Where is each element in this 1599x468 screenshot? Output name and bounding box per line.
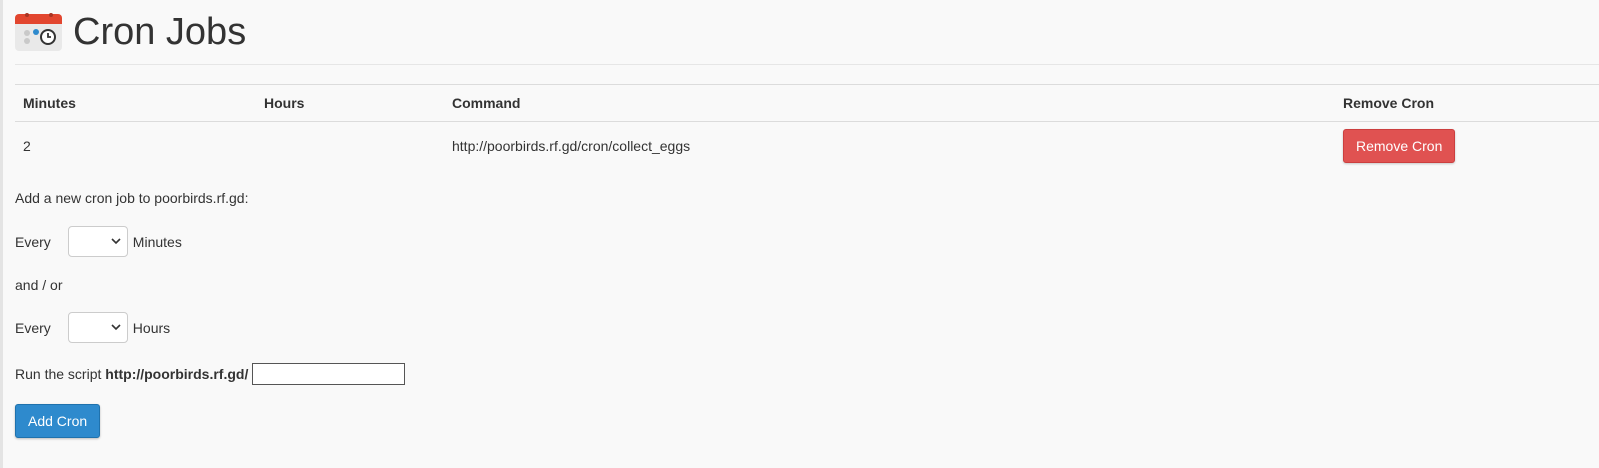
page: Cron Jobs Minutes Hours Command Remove C… xyxy=(15,0,1599,438)
column-header-hours: Hours xyxy=(256,84,444,122)
add-cron-button[interactable]: Add Cron xyxy=(15,404,101,438)
page-header: Cron Jobs xyxy=(15,0,1599,65)
hours-unit-label: Hours xyxy=(132,319,171,336)
script-base-url: http://poorbirds.rf.gd/ xyxy=(105,366,249,382)
run-script-label: Run the script xyxy=(15,366,102,382)
cell-remove: Remove Cron xyxy=(1335,122,1599,171)
table-header-row: Minutes Hours Command Remove Cron xyxy=(15,84,1599,122)
chevron-down-icon xyxy=(111,324,121,331)
hours-row: Every Hours xyxy=(15,312,170,343)
cron-jobs-table: Minutes Hours Command Remove Cron 2 http… xyxy=(15,84,1599,170)
chevron-down-icon xyxy=(111,238,121,245)
script-path-input[interactable] xyxy=(252,363,406,385)
cell-command: http://poorbirds.rf.gd/cron/collect_eggs xyxy=(452,138,691,154)
cell-hours xyxy=(256,122,444,171)
hours-select[interactable] xyxy=(67,312,128,343)
form-intro-line: Add a new cron job to poorbirds.rf.gd: xyxy=(15,190,248,206)
and-or-text: and / or xyxy=(15,277,63,293)
column-header-remove-cron: Remove Cron xyxy=(1335,84,1599,122)
column-header-command: Command xyxy=(444,84,1335,122)
column-header-minutes: Minutes xyxy=(15,84,256,122)
submit-row: Add Cron xyxy=(15,404,101,438)
cron-calendar-clock-icon xyxy=(15,12,63,52)
every-hours-label: Every xyxy=(15,319,51,336)
and-or-line: and / or xyxy=(15,277,62,293)
every-minutes-label: Every xyxy=(15,233,51,250)
page-title: Cron Jobs xyxy=(73,11,247,53)
table-row: 2 http://poorbirds.rf.gd/cron/collect_eg… xyxy=(15,122,1599,171)
form-intro-text: Add a new cron job to poorbirds.rf.gd: xyxy=(15,190,249,206)
script-row: Run the script http://poorbirds.rf.gd/ xyxy=(15,363,406,385)
minutes-select[interactable] xyxy=(67,226,128,257)
cell-minutes: 2 xyxy=(23,138,31,154)
minutes-unit-label: Minutes xyxy=(132,233,182,250)
minutes-row: Every Minutes xyxy=(15,226,182,257)
remove-cron-button[interactable]: Remove Cron xyxy=(1343,129,1456,163)
